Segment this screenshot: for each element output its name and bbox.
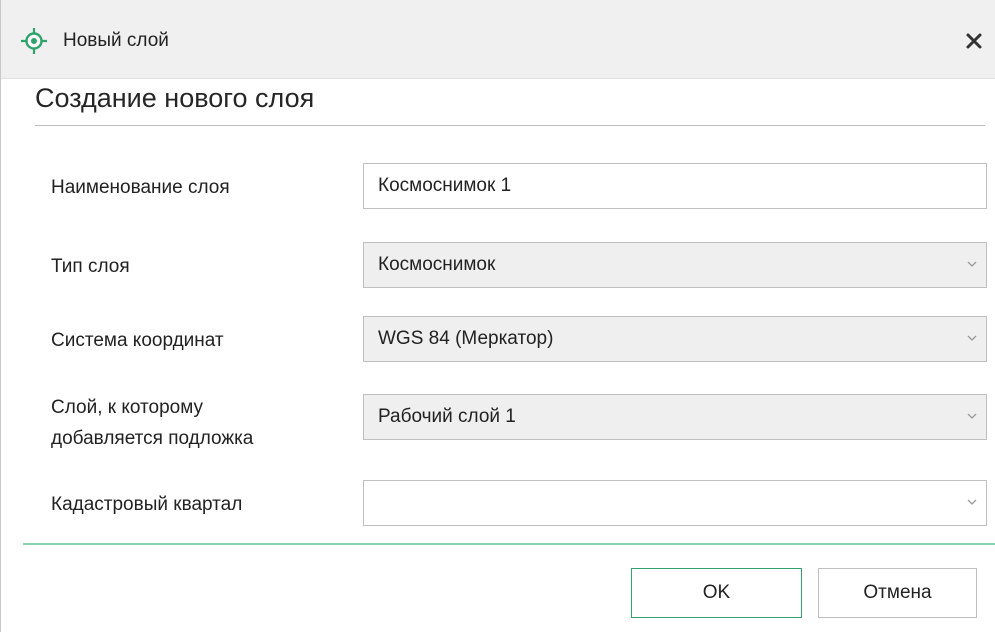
close-button[interactable]: [959, 26, 989, 56]
new-layer-dialog: Новый слой Создание нового слоя Наименов…: [0, 0, 995, 632]
chevron-down-icon: [967, 413, 977, 419]
layer-crosshair-icon: [20, 27, 48, 55]
ok-button[interactable]: OK: [631, 568, 802, 618]
chevron-down-icon: [967, 335, 977, 341]
footer-divider: [23, 543, 995, 545]
target-layer-select[interactable]: Рабочий слой 1: [363, 394, 987, 440]
layer-name-input[interactable]: Космоснимок 1: [363, 163, 987, 209]
chevron-down-icon: [967, 261, 977, 267]
coord-system-select[interactable]: WGS 84 (Меркатор): [363, 316, 987, 362]
target-layer-label-line1: Слой, к которому: [51, 397, 203, 418]
layer-type-value: Космоснимок: [378, 254, 496, 275]
layer-type-select[interactable]: Космоснимок: [363, 242, 987, 288]
layer-name-value: Космоснимок 1: [378, 175, 512, 196]
heading-divider: [35, 125, 985, 126]
target-layer-value: Рабочий слой 1: [378, 406, 516, 427]
layer-name-label: Наименование слоя: [51, 177, 230, 198]
window-title: Новый слой: [63, 30, 169, 51]
cadastral-block-select[interactable]: [363, 480, 987, 526]
coord-system-value: WGS 84 (Меркатор): [378, 328, 554, 349]
target-layer-label-line2: добавляется подложка: [51, 428, 254, 449]
chevron-down-icon: [967, 499, 977, 505]
layer-type-label: Тип слоя: [51, 256, 130, 277]
title-bar: Новый слой: [1, 0, 995, 79]
cadastral-block-label: Кадастровый квартал: [51, 494, 243, 515]
cancel-button[interactable]: Отмена: [818, 568, 977, 618]
dialog-heading: Создание нового слоя: [35, 83, 315, 113]
close-icon: [966, 33, 982, 49]
coord-system-label: Система координат: [51, 330, 224, 351]
